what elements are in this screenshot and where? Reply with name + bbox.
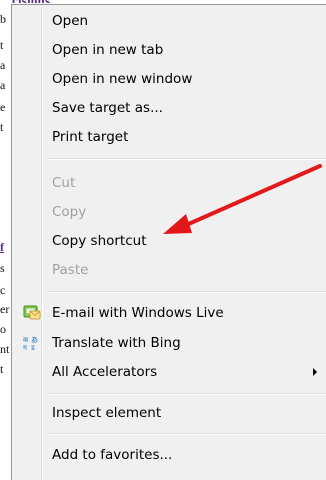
menu-item-print-target[interactable]: Print target: [15, 125, 326, 149]
menu-item-copy: Copy: [15, 200, 326, 224]
menu-item-add-to-favorites[interactable]: Add to favorites...: [15, 443, 326, 467]
page-text-fragment: a: [0, 78, 6, 92]
menu-item-label: Paste: [52, 262, 89, 278]
menu-item-open-in-new-tab[interactable]: Open in new tab: [15, 38, 326, 62]
menu-item-label: Save target as...: [52, 100, 163, 116]
menu-item-label: Inspect element: [52, 405, 162, 421]
svg-text:क: क: [23, 336, 29, 344]
page-text-fragment: b: [0, 12, 6, 26]
page-text-fragment: o: [0, 322, 6, 336]
svg-text:あ: あ: [31, 336, 38, 344]
menu-separator: [47, 291, 326, 293]
submenu-arrow-icon: [313, 368, 317, 376]
menu-item-translate-with-bing[interactable]: क あ ग ड Translate with Bing: [15, 331, 326, 355]
menu-item-label: Cut: [52, 175, 76, 191]
menu-item-inspect-element[interactable]: Inspect element: [15, 401, 326, 425]
context-menu: Open Open in new tab Open in new window …: [11, 4, 326, 480]
menu-item-paste: Paste: [15, 258, 326, 282]
menu-item-label: Open: [52, 13, 89, 29]
svg-text:ड: ड: [30, 344, 35, 351]
page-text-fragment: a: [0, 58, 6, 72]
screenshot-stage: cisions b t a a e t f s c er o nt t Open…: [0, 0, 326, 480]
page-text-fragment: t: [0, 120, 4, 134]
page-text-fragment: t: [0, 362, 4, 376]
menu-item-open-in-new-window[interactable]: Open in new window: [15, 67, 326, 91]
menu-item-label: All Accelerators: [52, 364, 158, 380]
menu-separator: [47, 393, 326, 395]
menu-separator: [47, 433, 326, 435]
menu-item-label: E-mail with Windows Live: [52, 305, 224, 321]
page-text-fragment: s: [0, 261, 5, 275]
page-text-fragment: e: [0, 100, 6, 114]
page-text-fragment: c: [0, 283, 6, 297]
page-heading-fragment: cisions: [12, 0, 62, 3]
page-text-fragment: nt: [0, 342, 10, 356]
menu-item-all-accelerators[interactable]: All Accelerators: [15, 360, 326, 384]
windows-live-mail-icon: [23, 305, 41, 321]
menu-item-label: Open in new tab: [52, 42, 164, 58]
page-link-fragment[interactable]: f: [0, 240, 4, 255]
menu-item-label: Print target: [52, 129, 129, 145]
menu-item-label: Translate with Bing: [52, 335, 181, 351]
translate-icon: क あ ग ड: [23, 335, 41, 352]
svg-text:ग: ग: [23, 344, 28, 351]
page-text-fragment: t: [0, 38, 4, 52]
menu-item-cut: Cut: [15, 171, 326, 195]
menu-item-open[interactable]: Open: [15, 9, 326, 33]
page-text-fragment: er: [0, 302, 10, 316]
menu-item-email-with-windows-live[interactable]: E-mail with Windows Live: [15, 301, 326, 325]
menu-item-copy-shortcut[interactable]: Copy shortcut: [15, 229, 326, 253]
menu-item-label: Open in new window: [52, 71, 193, 87]
menu-item-label: Copy shortcut: [52, 233, 147, 249]
menu-item-save-target-as[interactable]: Save target as...: [15, 96, 326, 120]
menu-separator: [47, 158, 326, 160]
menu-item-label: Copy: [52, 204, 87, 220]
menu-item-label: Add to favorites...: [52, 447, 173, 463]
